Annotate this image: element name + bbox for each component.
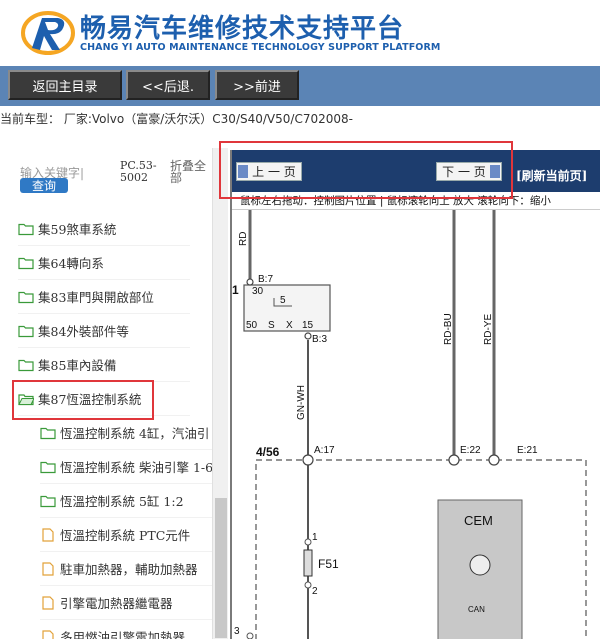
back-to-main-button[interactable]: 返回主目录 — [8, 70, 122, 100]
tree-item-label: 引擎電加熱器繼電器 — [60, 596, 173, 611]
tree-item[interactable]: 引擎電加熱器繼電器 — [40, 586, 212, 620]
current-car-model: 当前车型： 厂家:Volvo（富豪/沃尔沃）C30/S40/V50/C70200… — [0, 112, 353, 126]
pin-a17: A:17 — [314, 445, 335, 456]
tree-item-label: 集83車門與開啟部位 — [38, 290, 154, 305]
ref-4-56: 4/56 — [256, 445, 280, 459]
tree-item[interactable]: 恆溫控制系統 PTC元件 — [40, 518, 212, 552]
refresh-page-link[interactable]: [刷新当前页] — [516, 167, 587, 184]
tree-item[interactable]: 集87恆溫控制系統 — [18, 382, 190, 416]
pin-s: S — [268, 320, 275, 331]
tree-item[interactable]: 恆溫控制系統 5缸 1:2 — [40, 484, 212, 518]
edge-pin-3: 3 — [234, 626, 240, 637]
wiring-diagram-panel: 上 一 页 下 一 页 [刷新当前页] 鼠标左右拖动：控制图片位置 | 鼠标滚轮… — [230, 150, 600, 639]
collapse-all-link[interactable]: 折叠全部 — [170, 160, 208, 184]
arrow-left-icon — [238, 165, 248, 178]
pin-x: X — [286, 320, 293, 331]
prev-page-button[interactable]: 上 一 页 — [236, 162, 302, 181]
pin-b7: B:7 — [258, 274, 273, 285]
tree-item-label: 集84外裝部件等 — [38, 324, 129, 339]
pin-15: 15 — [302, 320, 314, 331]
folder-icon — [18, 290, 38, 304]
folder-open-icon — [18, 392, 38, 406]
back-button[interactable]: <<后退. — [126, 70, 210, 100]
folder-icon — [40, 460, 60, 474]
folder-icon — [40, 494, 60, 508]
ref-one: 1 — [232, 283, 239, 297]
tree-item-label: 集87恆溫控制系統 — [38, 392, 142, 407]
document-icon — [40, 595, 60, 610]
nav-bar: 返回主目录 <<后退. >>前进 — [0, 66, 600, 106]
tree-item[interactable]: 集84外裝部件等 — [18, 314, 190, 348]
logo-icon — [21, 11, 75, 55]
next-page-button[interactable]: 下 一 页 — [436, 162, 502, 181]
brand-title: 畅易汽车维修技术支持平台 — [80, 14, 405, 44]
document-icon — [40, 527, 60, 542]
fuse-pin-1: 1 — [312, 532, 318, 543]
cem-label: CEM — [464, 513, 493, 528]
tree-item-label: 恆溫控制系統 5缸 1:2 — [60, 494, 184, 509]
tree-item-label: 集64轉向系 — [38, 256, 104, 271]
tree-item[interactable]: 集85車內設備 — [18, 348, 190, 382]
tree-item-label: 集59煞車系統 — [38, 222, 117, 237]
tree-item[interactable]: 多用燃油引擎電加熱器 — [40, 620, 212, 639]
tree-item[interactable]: 恆溫控制系統 柴油引擎 1-6 — [40, 450, 212, 484]
header: 畅易汽车维修技术支持平台 CHANG YI AUTO MAINTENANCE T… — [0, 0, 600, 66]
tree-item-label: 駐車加熱器，輔助加熱器 — [60, 562, 198, 577]
sidebar-tree: 输入关键字| 查询 PC.53-5002 折叠全部 ▲ 集59煞車系統集64轉向… — [0, 148, 230, 639]
diagram-toolbar: 上 一 页 下 一 页 [刷新当前页] — [232, 150, 600, 192]
sidebar-scrollbar-thumb[interactable] — [215, 498, 227, 638]
fuse-pin-2: 2 — [312, 586, 318, 597]
wiring-diagram[interactable]: RD B:7 1 30 5 50 S X 15 B:3 RD-BU RD-YE … — [232, 210, 600, 639]
pin-30: 30 — [252, 286, 264, 297]
folder-icon — [18, 256, 38, 270]
pin-50: 50 — [246, 320, 258, 331]
tree-item[interactable]: 恆溫控制系統 4缸，汽油引 — [40, 416, 212, 450]
next-page-label: 下 一 页 — [442, 165, 486, 179]
tree-item-label: 多用燃油引擎電加熱器 — [60, 630, 186, 639]
pin-e22: E:22 — [460, 445, 481, 456]
document-icon — [40, 629, 60, 639]
arrow-right-icon — [490, 165, 500, 178]
prev-page-label: 上 一 页 — [252, 165, 296, 179]
folder-icon — [18, 358, 38, 372]
tree-item[interactable]: 集83車門與開啟部位 — [18, 280, 190, 314]
tree-item-label: 恆溫控制系統 柴油引擎 1-6 — [60, 460, 212, 475]
tree-item[interactable]: 集59煞車系統 — [18, 212, 190, 246]
tree-item-label: 恆溫控制系統 4缸，汽油引 — [60, 426, 210, 441]
folder-icon — [40, 426, 60, 440]
tree-item[interactable]: 集64轉向系 — [18, 246, 190, 280]
pc-code-label: PC.53-5002 — [120, 159, 157, 184]
wire-label-rd-ye: RD-YE — [483, 314, 494, 345]
forward-button[interactable]: >>前进 — [215, 70, 299, 100]
sidebar-scrollbar[interactable] — [212, 148, 228, 639]
document-icon — [40, 561, 60, 576]
folder-icon — [18, 324, 38, 338]
pin-5: 5 — [280, 295, 286, 306]
tree-item[interactable]: 駐車加熱器，輔助加熱器 — [40, 552, 212, 586]
tree-item-label: 恆溫控制系統 PTC元件 — [60, 528, 191, 543]
can-label: CAN — [468, 605, 485, 614]
search-button[interactable]: 查询 — [20, 178, 68, 193]
wire-label-gn-wh: GN-WH — [296, 385, 307, 420]
pin-e21: E:21 — [517, 445, 538, 456]
wire-label-rd: RD — [238, 232, 249, 246]
diagram-usage-hint: 鼠标左右拖动：控制图片位置 | 鼠标滚轮向上 放大 滚轮向下：缩小 — [232, 192, 600, 210]
fuse-f51-label: F51 — [318, 557, 339, 571]
folder-icon — [18, 222, 38, 236]
brand-subtitle: CHANG YI AUTO MAINTENANCE TECHNOLOGY SUP… — [80, 42, 441, 53]
wire-label-rd-bu: RD-BU — [443, 313, 454, 345]
pin-b3: B:3 — [312, 334, 327, 345]
tree-item-label: 集85車內設備 — [38, 358, 117, 373]
